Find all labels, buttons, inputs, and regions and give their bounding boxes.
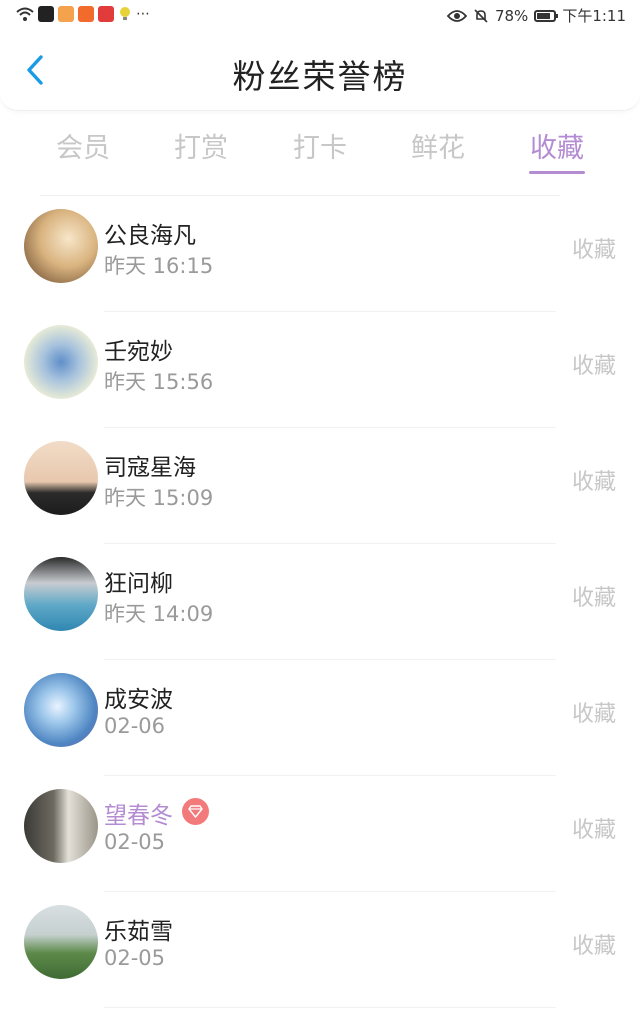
favorite-label: 收藏 bbox=[571, 470, 616, 495]
list-item[interactable]: 公良海凡 昨天 16:15 收藏 bbox=[0, 196, 640, 312]
avatar[interactable] bbox=[24, 441, 98, 515]
status-bar: ⋯ 78% 下午1:11 bbox=[0, 0, 640, 30]
lightbulb-icon bbox=[120, 7, 130, 20]
app-icon-2 bbox=[58, 6, 74, 22]
status-right: 78% 下午1:11 bbox=[446, 5, 626, 26]
tab-favorites[interactable]: 收藏 bbox=[507, 126, 607, 165]
page-title: 粉丝荣誉榜 bbox=[232, 57, 408, 96]
list-item[interactable]: 成安波 02-06 收藏 bbox=[0, 660, 640, 776]
favorite-label: 收藏 bbox=[571, 702, 616, 727]
app-icon-1 bbox=[38, 6, 54, 22]
fan-time: 02-06 bbox=[104, 714, 166, 738]
list-item[interactable]: 司寇星海 昨天 15:09 收藏 bbox=[0, 428, 640, 544]
tab-bar: 会员 打赏 打卡 鲜花 收藏 bbox=[0, 120, 640, 178]
avatar[interactable] bbox=[24, 673, 98, 747]
fan-name[interactable]: 公良海凡 bbox=[104, 216, 196, 250]
tab-checkin[interactable]: 打卡 bbox=[270, 126, 370, 165]
tab-member[interactable]: 会员 bbox=[33, 126, 133, 165]
fan-time: 昨天 15:56 bbox=[104, 370, 214, 394]
notification-icons: ⋯ bbox=[16, 6, 150, 22]
fan-name[interactable]: 狂问柳 bbox=[104, 564, 173, 598]
battery-percent: 78% bbox=[494, 6, 529, 25]
fan-name[interactable]: 成安波 bbox=[104, 680, 173, 714]
app-header: 粉丝荣誉榜 bbox=[0, 30, 640, 111]
fan-time: 昨天 16:15 bbox=[104, 254, 214, 278]
eye-icon bbox=[446, 9, 467, 22]
fan-time: 昨天 14:09 bbox=[104, 602, 214, 626]
avatar[interactable] bbox=[24, 557, 98, 631]
favorite-label: 收藏 bbox=[571, 818, 616, 843]
avatar[interactable] bbox=[24, 789, 98, 863]
divider bbox=[104, 1007, 556, 1008]
fan-time: 02-05 bbox=[104, 830, 166, 854]
tab-flowers[interactable]: 鲜花 bbox=[388, 126, 488, 165]
fan-time: 昨天 15:09 bbox=[104, 486, 214, 510]
mute-bell-icon bbox=[474, 8, 488, 23]
diamond-icon bbox=[188, 805, 203, 818]
list-item[interactable]: 狂问柳 昨天 14:09 收藏 bbox=[0, 544, 640, 660]
fan-name[interactable]: 壬宛妙 bbox=[104, 332, 173, 366]
avatar[interactable] bbox=[24, 209, 98, 283]
favorite-label: 收藏 bbox=[571, 354, 616, 379]
list-item[interactable]: 壬宛妙 昨天 15:56 收藏 bbox=[0, 312, 640, 428]
avatar[interactable] bbox=[24, 325, 98, 399]
app-icon-4 bbox=[98, 6, 114, 22]
app-icon-3 bbox=[78, 6, 94, 22]
favorite-label: 收藏 bbox=[571, 238, 616, 263]
fan-name[interactable]: 乐茹雪 bbox=[104, 912, 173, 946]
more-dots-icon: ⋯ bbox=[136, 6, 150, 22]
fan-name[interactable]: 望春冬 bbox=[104, 796, 173, 830]
battery-icon bbox=[534, 9, 559, 22]
avatar[interactable] bbox=[24, 905, 98, 979]
status-time: 下午1:11 bbox=[562, 7, 626, 25]
wifi-icon bbox=[16, 7, 34, 21]
list-item[interactable]: 望春冬 02-05 收藏 bbox=[0, 776, 640, 892]
favorite-label: 收藏 bbox=[571, 934, 616, 959]
list-item[interactable]: 乐茹雪 02-05 收藏 bbox=[0, 892, 640, 1008]
tab-reward[interactable]: 打赏 bbox=[151, 126, 251, 165]
favorite-label: 收藏 bbox=[571, 586, 616, 611]
battery-level-fill bbox=[537, 12, 550, 19]
fan-time: 02-05 bbox=[104, 946, 166, 970]
fan-name[interactable]: 司寇星海 bbox=[104, 448, 196, 482]
active-tab-indicator bbox=[529, 171, 585, 174]
vip-badge bbox=[182, 798, 209, 825]
